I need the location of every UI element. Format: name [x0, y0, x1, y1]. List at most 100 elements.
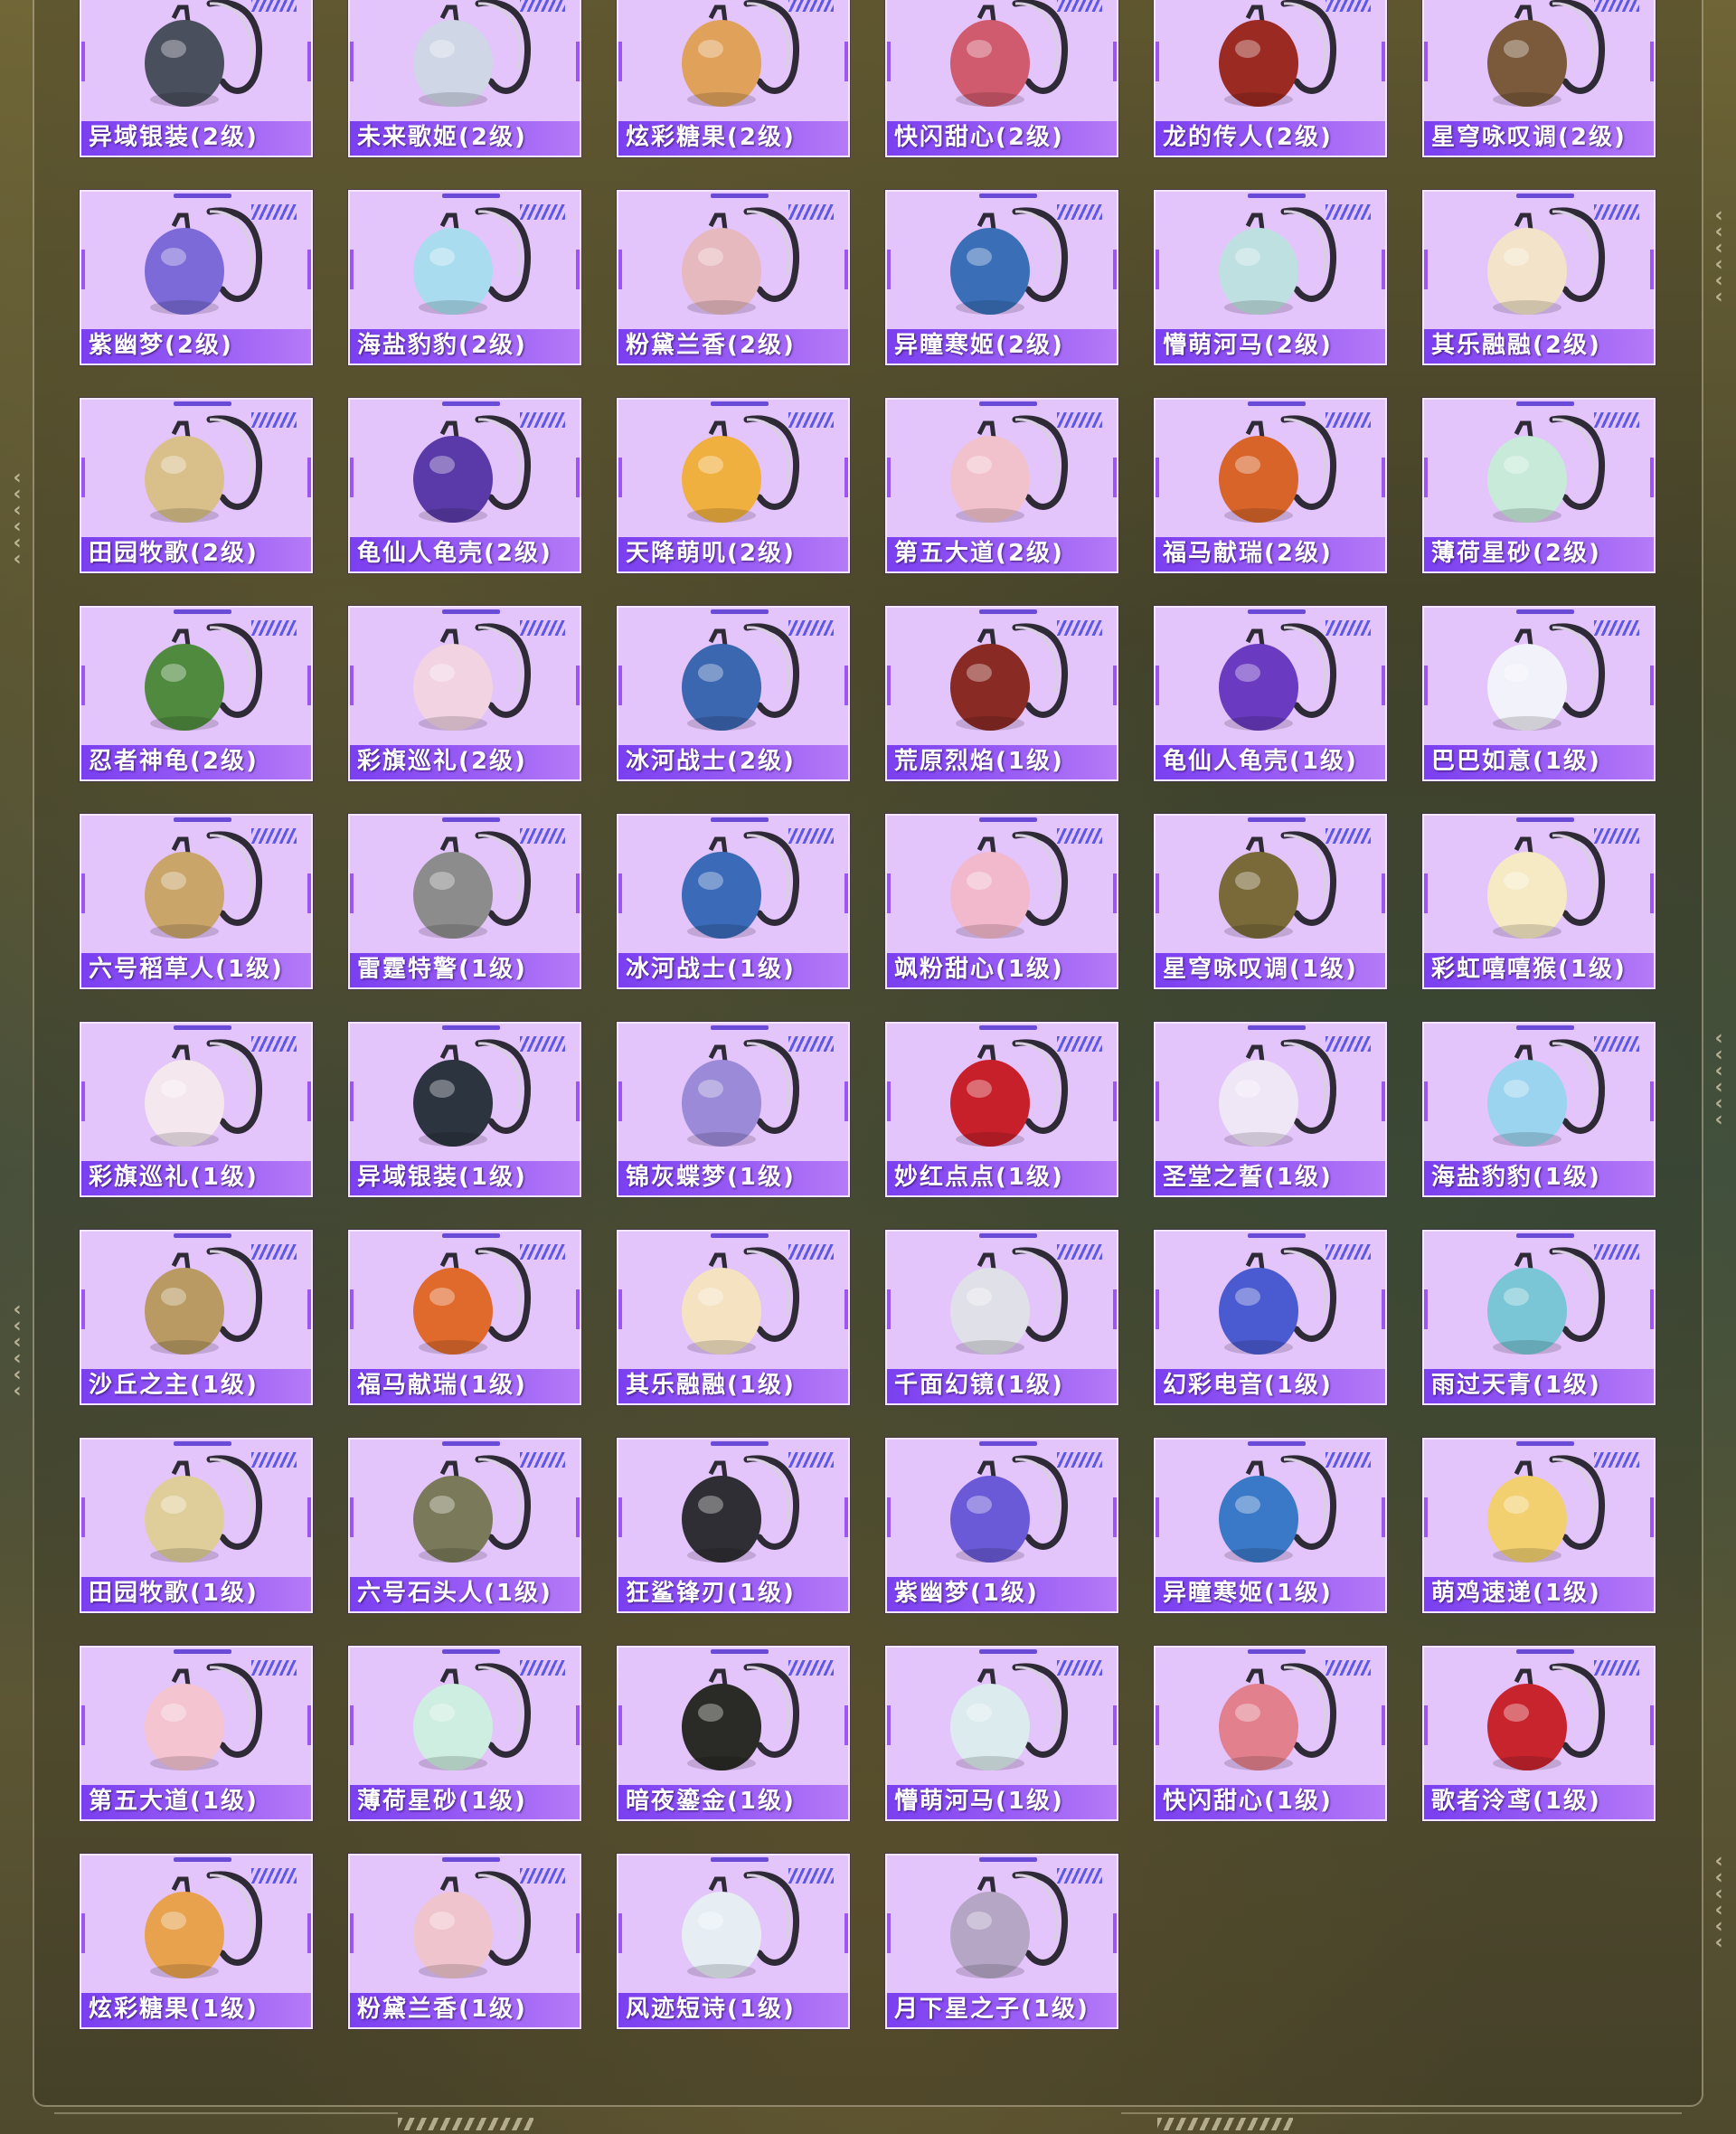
item-card[interactable]: 雷霆特警(1级) [348, 814, 581, 989]
item-card[interactable]: 紫幽梦(1级) [885, 1438, 1118, 1613]
item-card[interactable]: 福马献瑞(2级) [1154, 398, 1387, 573]
item-card[interactable]: 萌鸡速递(1级) [1422, 1438, 1656, 1613]
item-card[interactable]: 歌者泠鸢(1级) [1422, 1646, 1656, 1821]
item-card[interactable]: 巴巴如意(1级) [1422, 606, 1656, 781]
item-card[interactable]: 异域银装(2级) [80, 0, 313, 157]
item-card[interactable]: 福马献瑞(1级) [348, 1230, 581, 1405]
item-name: 紫幽梦(2级) [89, 332, 233, 359]
item-card[interactable]: 粉黛兰香(2级) [617, 190, 850, 365]
item-card[interactable]: 月下星之子(1级) [885, 1854, 1118, 2029]
card-top-accent [979, 1441, 1037, 1446]
item-name: 飒粉甜心(1级) [894, 956, 1064, 983]
backpack-icon [927, 1447, 1080, 1573]
card-top-accent [174, 1649, 231, 1654]
backpack-icon [390, 823, 543, 949]
item-card[interactable]: 飒粉甜心(1级) [885, 814, 1118, 989]
card-top-accent [979, 401, 1037, 406]
item-card[interactable]: 沙丘之主(1级) [80, 1230, 313, 1405]
item-name: 沙丘之主(1级) [89, 1372, 259, 1399]
item-card[interactable]: 田园牧歌(2级) [80, 398, 313, 573]
backpack-icon [927, 823, 1080, 949]
item-card[interactable]: 其乐融融(2级) [1422, 190, 1656, 365]
item-card[interactable]: 六号稻草人(1级) [80, 814, 313, 989]
item-card[interactable]: 炫彩糖果(1级) [80, 1854, 313, 2029]
item-card[interactable]: 龟仙人龟壳(1级) [1154, 606, 1387, 781]
backpack-icon [658, 1031, 812, 1157]
item-name: 荒原烈焰(1级) [894, 748, 1064, 775]
item-card[interactable]: 狂鲨锋刃(1级) [617, 1438, 850, 1613]
backpack-icon [1464, 1031, 1618, 1157]
item-card[interactable]: 龙的传人(2级) [1154, 0, 1387, 157]
item-card[interactable]: 星穹咏叹调(2级) [1422, 0, 1656, 157]
item-card[interactable]: 千面幻镜(1级) [885, 1230, 1118, 1405]
item-card[interactable]: 龟仙人龟壳(2级) [348, 398, 581, 573]
item-card[interactable]: 忍者神龟(2级) [80, 606, 313, 781]
backpack-icon [1464, 0, 1618, 118]
item-card[interactable]: 冰河战士(1级) [617, 814, 850, 989]
item-name: 懵萌河马(2级) [1163, 332, 1333, 359]
item-name: 异域银装(1级) [357, 1164, 527, 1191]
item-card[interactable]: 田园牧歌(1级) [80, 1438, 313, 1613]
card-top-accent [979, 1025, 1037, 1030]
item-card[interactable]: 异瞳寒姬(2级) [885, 190, 1118, 365]
item-card[interactable]: 暗夜鎏金(1级) [617, 1646, 850, 1821]
backpack-icon [1195, 1447, 1349, 1573]
backpack-icon [121, 823, 275, 949]
item-card[interactable]: 快闪甜心(1级) [1154, 1646, 1387, 1821]
backpack-icon [390, 1863, 543, 1989]
item-card[interactable]: 风迹短诗(1级) [617, 1854, 850, 2029]
item-card[interactable]: 星穹咏叹调(1级) [1154, 814, 1387, 989]
backpack-icon [1195, 1031, 1349, 1157]
item-card[interactable]: 炫彩糖果(2级) [617, 0, 850, 157]
item-card[interactable]: 快闪甜心(2级) [885, 0, 1118, 157]
item-card[interactable]: 第五大道(2级) [885, 398, 1118, 573]
item-card[interactable]: 彩虹嘻嘻猴(1级) [1422, 814, 1656, 989]
item-card[interactable]: 海盐豹豹(1级) [1422, 1022, 1656, 1197]
card-top-accent [1516, 1025, 1574, 1030]
item-card[interactable]: 懵萌河马(1级) [885, 1646, 1118, 1821]
card-top-accent [711, 1441, 769, 1446]
item-card[interactable]: 荒原烈焰(1级) [885, 606, 1118, 781]
backpack-icon [658, 1863, 812, 1989]
item-card[interactable]: 懵萌河马(2级) [1154, 190, 1387, 365]
item-card[interactable]: 异域银装(1级) [348, 1022, 581, 1197]
item-card[interactable]: 海盐豹豹(2级) [348, 190, 581, 365]
item-card[interactable]: 粉黛兰香(1级) [348, 1854, 581, 2029]
item-card[interactable]: 六号石头人(1级) [348, 1438, 581, 1613]
card-top-accent [174, 1233, 231, 1238]
item-name: 彩旗巡礼(1级) [89, 1164, 259, 1191]
item-card[interactable]: 彩旗巡礼(2级) [348, 606, 581, 781]
card-top-accent [442, 1441, 500, 1446]
card-top-accent [1248, 401, 1306, 406]
item-card[interactable]: 薄荷星砂(1级) [348, 1646, 581, 1821]
item-card[interactable]: 圣堂之誓(1级) [1154, 1022, 1387, 1197]
item-card[interactable]: 冰河战士(2级) [617, 606, 850, 781]
item-name: 田园牧歌(2级) [89, 540, 259, 567]
side-arrows-right-2: ‹ ‹ ‹ ‹ ‹ ‹ [1714, 1027, 1723, 1131]
item-name: 薄荷星砂(2级) [1431, 540, 1601, 567]
card-top-accent [1516, 194, 1574, 198]
item-card[interactable]: 天降萌叽(2级) [617, 398, 850, 573]
item-card[interactable]: 其乐融融(1级) [617, 1230, 850, 1405]
item-card[interactable]: 妙红点点(1级) [885, 1022, 1118, 1197]
item-card[interactable]: 彩旗巡礼(1级) [80, 1022, 313, 1197]
item-card[interactable]: 雨过天青(1级) [1422, 1230, 1656, 1405]
backpack-icon [1464, 615, 1618, 741]
item-card[interactable]: 幻彩电音(1级) [1154, 1230, 1387, 1405]
item-card[interactable]: 异瞳寒姬(1级) [1154, 1438, 1387, 1613]
item-card[interactable]: 锦灰蝶梦(1级) [617, 1022, 850, 1197]
card-top-accent [1516, 609, 1574, 614]
card-top-accent [1248, 194, 1306, 198]
backpack-icon [927, 1239, 1080, 1365]
backpack-icon [927, 1031, 1080, 1157]
item-card[interactable]: 紫幽梦(2级) [80, 190, 313, 365]
item-card[interactable]: 第五大道(1级) [80, 1646, 313, 1821]
item-card[interactable]: 未来歌姬(2级) [348, 0, 581, 157]
item-grid: 异域银装(2级) 未来歌姬(2级) 炫彩糖果(2级) 快闪甜心(2级) 龙的传人… [80, 0, 1656, 2029]
item-name: 炫彩糖果(1级) [89, 1996, 259, 2023]
card-top-accent [442, 1025, 500, 1030]
card-top-accent [979, 1857, 1037, 1862]
item-card[interactable]: 薄荷星砂(2级) [1422, 398, 1656, 573]
backpack-icon [658, 823, 812, 949]
backpack-icon [1464, 199, 1618, 326]
